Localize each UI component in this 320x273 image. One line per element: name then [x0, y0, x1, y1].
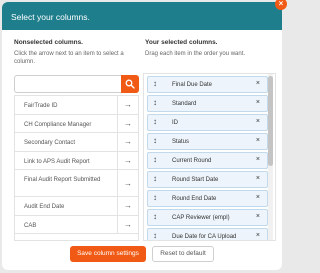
remove-icon[interactable]: × — [256, 156, 260, 163]
nonselected-item-label: Audit End Date — [24, 204, 65, 210]
scrollbar-thumb[interactable] — [268, 76, 273, 166]
drag-handle-icon[interactable]: ↕ — [153, 174, 157, 183]
close-icon[interactable]: × — [275, 0, 287, 10]
select-arrow-icon[interactable]: → — [117, 96, 138, 114]
drag-handle-icon[interactable]: ↕ — [153, 117, 157, 126]
save-column-settings-button[interactable]: Save column settings — [70, 246, 146, 262]
nonselected-item: CH Compliance Manager → — [15, 114, 138, 133]
dialog-title: Select your columns. — [2, 2, 282, 30]
select-arrow-icon[interactable]: → — [117, 133, 138, 151]
search-input[interactable] — [14, 75, 121, 93]
nonselected-item: Audit End Date → — [15, 197, 138, 216]
nonselected-item-label: Link to APS Audit Report — [24, 158, 90, 165]
selected-item[interactable]: ↕ Status × — [147, 133, 268, 150]
selected-item-label: Round Start Date — [172, 177, 219, 183]
select-arrow-icon[interactable]: → — [117, 215, 138, 233]
selected-description: Drag each item in the order you want. — [145, 51, 246, 57]
selected-item[interactable]: ↕ Round End Date × — [147, 190, 268, 207]
nonselected-item-label: FairTrade ID — [24, 103, 58, 109]
selected-item-label: CAP Reviewer (empl) — [172, 215, 230, 221]
drag-handle-icon[interactable]: ↕ — [153, 155, 157, 164]
remove-icon[interactable]: × — [256, 213, 260, 220]
nonselected-item-label: CH Compliance Manager — [24, 121, 92, 128]
search-button[interactable] — [121, 75, 139, 93]
nonselected-item-label: Secondary Contact — [24, 140, 76, 146]
remove-icon[interactable]: × — [256, 232, 260, 239]
nonselected-description: Click the arrow next to an item to selec… — [14, 51, 124, 65]
search-icon — [125, 79, 135, 89]
reset-to-default-button[interactable]: Reset to default — [152, 246, 214, 262]
remove-icon[interactable]: × — [256, 99, 260, 106]
selected-item-label: Due Date for CA Upload — [172, 234, 237, 240]
select-arrow-icon[interactable]: → — [117, 170, 138, 196]
remove-icon[interactable]: × — [256, 80, 260, 87]
drag-handle-icon[interactable]: ↕ — [153, 79, 157, 88]
nonselected-item: Secondary Contact → — [15, 133, 138, 152]
selected-item[interactable]: ↕ Round Start Date × — [147, 171, 268, 188]
column-settings-dialog: Select your columns. Nonselected columns… — [2, 2, 282, 270]
selected-item[interactable]: ↕ Due Date for CA Upload × — [147, 228, 268, 240]
selected-item[interactable]: ↕ CAP Reviewer (empl) × — [147, 209, 268, 226]
select-arrow-icon[interactable]: → — [117, 114, 138, 132]
nonselected-item: FairTrade ID → — [15, 96, 138, 115]
remove-icon[interactable]: × — [256, 137, 260, 144]
selected-item-label: Current Round — [172, 158, 212, 164]
drag-handle-icon[interactable]: ↕ — [153, 136, 157, 145]
column-search — [14, 75, 139, 93]
selected-item-label: Round End Date — [172, 196, 217, 202]
selected-item-label: ID — [172, 120, 178, 126]
remove-icon[interactable]: × — [256, 118, 260, 125]
drag-handle-icon[interactable]: ↕ — [153, 231, 157, 240]
drag-handle-icon[interactable]: ↕ — [153, 212, 157, 221]
selected-item-label: Standard — [172, 101, 197, 107]
selected-item[interactable]: ↕ ID × — [147, 114, 268, 131]
selected-list: ↕ Final Due Date × ↕ Standard × ↕ ID × ↕ Status × ↕ C… — [143, 73, 276, 241]
nonselected-item: Link to APS Audit Report → — [15, 151, 138, 170]
nonselected-item: CAB → — [15, 215, 138, 234]
selected-item[interactable]: ↕ Current Round × — [147, 152, 268, 169]
nonselected-title: Nonselected columns. — [14, 39, 83, 46]
select-arrow-icon[interactable]: → — [117, 151, 138, 169]
nonselected-item-label: CAB — [24, 222, 37, 229]
selected-item-label: Final Due Date — [172, 82, 213, 88]
selected-item[interactable]: ↕ Standard × — [147, 95, 268, 112]
nonselected-item: Final Audit Report Submitted → — [15, 170, 138, 197]
drag-handle-icon[interactable]: ↕ — [153, 98, 157, 107]
selected-list-scrollbar[interactable] — [268, 74, 273, 240]
select-arrow-icon[interactable]: → — [117, 197, 138, 215]
drag-handle-icon[interactable]: ↕ — [153, 193, 157, 202]
remove-icon[interactable]: × — [256, 194, 260, 201]
selected-item-label: Status — [172, 139, 190, 145]
selected-title: Your selected columns. — [145, 39, 218, 46]
selected-item[interactable]: ↕ Final Due Date × — [147, 76, 268, 93]
nonselected-item-label: Final Audit Report Submitted — [24, 177, 101, 183]
nonselected-list: FairTrade ID → CH Compliance Manager → Secon… — [14, 95, 139, 241]
remove-icon[interactable]: × — [256, 175, 260, 182]
